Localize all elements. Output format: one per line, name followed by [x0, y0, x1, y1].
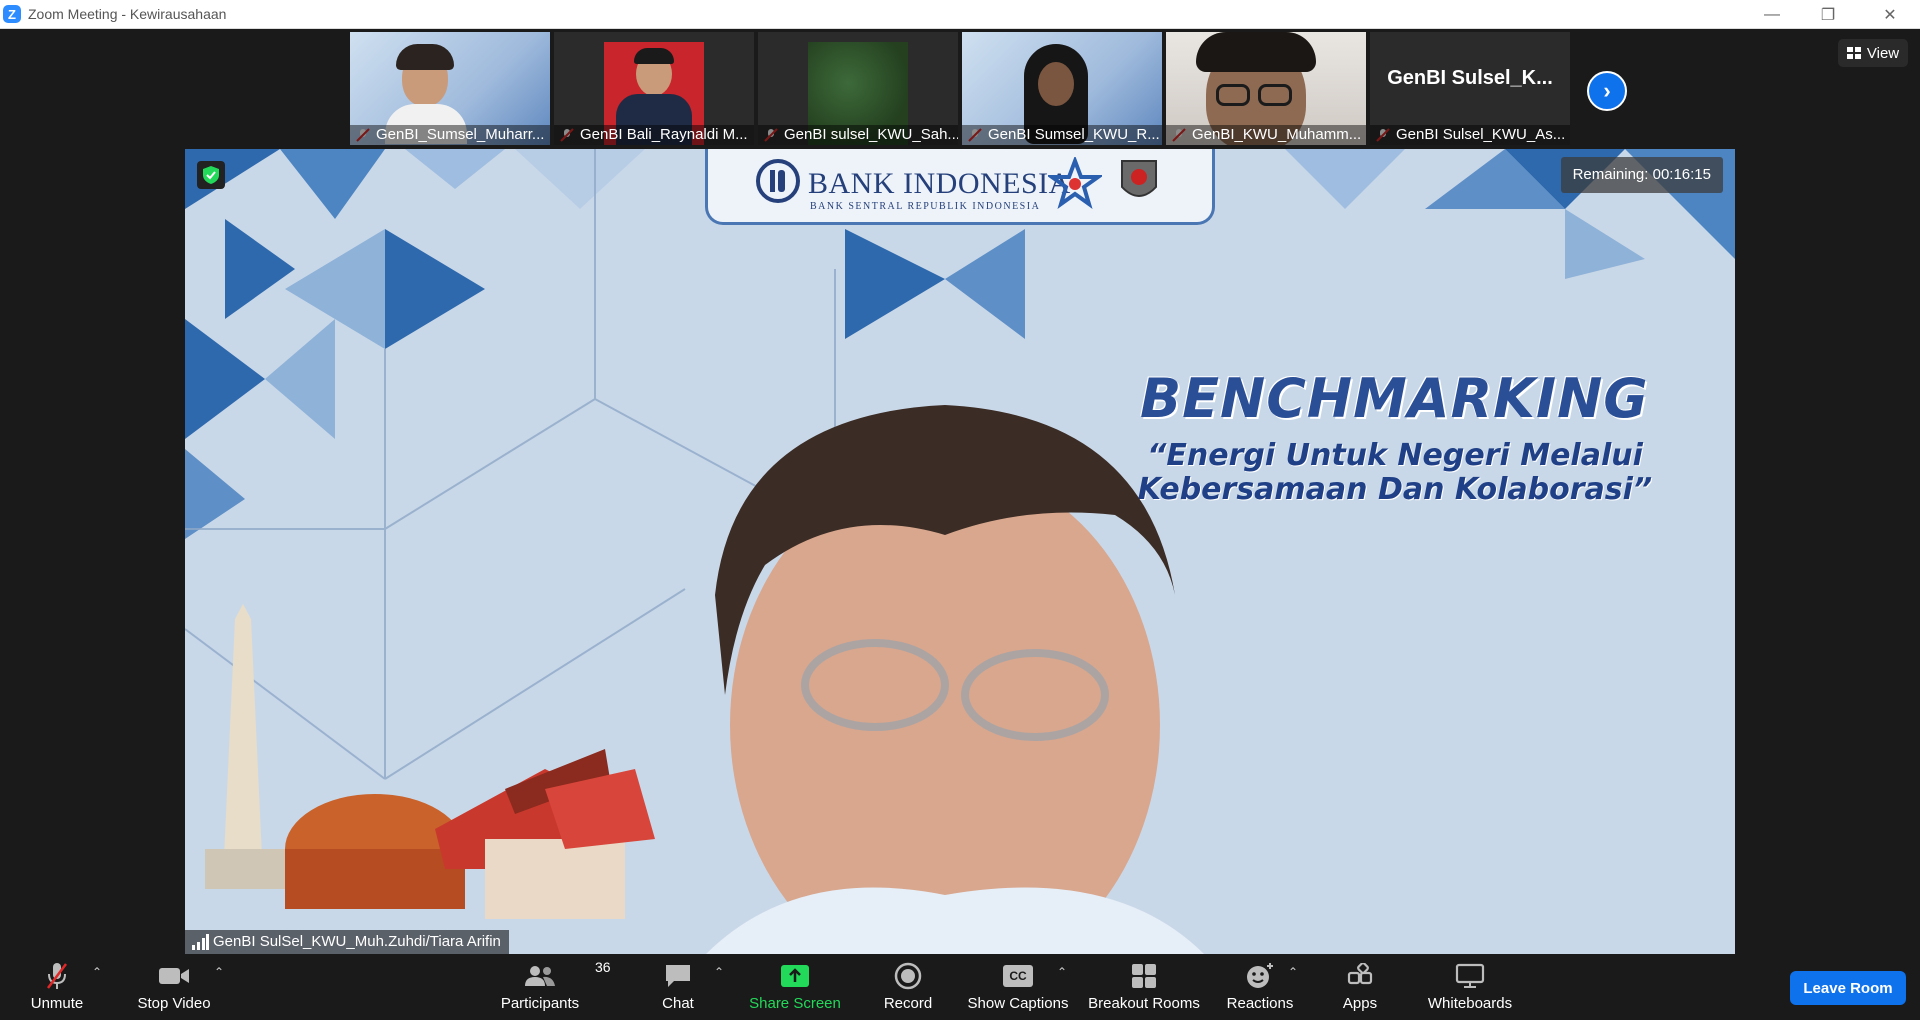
view-label: View	[1866, 44, 1900, 62]
record-button[interactable]: Record	[873, 955, 943, 1020]
participant-tile[interactable]: GenBI_Sumsel_Muharr...	[350, 32, 550, 145]
video-options-caret-icon[interactable]: ⌃	[214, 965, 224, 979]
chat-label: Chat	[662, 995, 694, 1012]
share-screen-button[interactable]: Share Screen	[745, 955, 845, 1020]
video-camera-icon	[159, 968, 189, 984]
share-screen-label: Share Screen	[749, 995, 841, 1012]
reactions-smiley-icon	[1247, 963, 1273, 988]
participant-tile[interactable]: GenBI sulsel_KWU_Sah...	[758, 32, 958, 145]
whiteboard-icon	[1455, 963, 1485, 988]
reactions-options-caret-icon[interactable]: ⌃	[1288, 965, 1298, 979]
chevron-right-icon: ›	[1603, 78, 1611, 103]
remaining-time: Remaining: 00:16:15	[1560, 157, 1723, 193]
record-label: Record	[883, 995, 933, 1012]
audio-options-caret-icon[interactable]: ⌃	[92, 965, 102, 979]
participant-name: GenBI sulsel_KWU_Sah...	[758, 125, 958, 145]
share-screen-icon	[781, 965, 809, 987]
speaker-name: GenBI SulSel_KWU_Muh.Zuhdi/Tiara Arifin	[213, 933, 501, 950]
chat-bubble-icon	[666, 965, 690, 987]
close-button[interactable]: ✕	[1862, 0, 1918, 29]
meeting-toolbar: Unmute ⌃ Stop Video ⌃ 36 Participants Ch…	[0, 955, 1920, 1020]
unmute-label: Unmute	[30, 995, 84, 1012]
bank-name: BANK INDONESIA	[808, 167, 1071, 200]
captions-options-caret-icon[interactable]: ⌃	[1057, 965, 1067, 979]
bank-indonesia-logo-icon	[756, 159, 800, 203]
apps-icon	[1347, 963, 1373, 985]
whiteboards-label: Whiteboards	[1427, 995, 1513, 1012]
breakout-rooms-label: Breakout Rooms	[1088, 995, 1200, 1012]
participant-name: GenBI Sulsel_KWU_As...	[1370, 125, 1570, 145]
title-bar: Z Zoom Meeting - Kewirausahaan — ❐ ✕	[0, 0, 1920, 29]
participants-label: Participants	[500, 995, 580, 1012]
show-captions-label: Show Captions	[967, 995, 1069, 1012]
minimize-button[interactable]: —	[1744, 0, 1800, 29]
participant-display-name: GenBI Sulsel_K...	[1387, 67, 1553, 89]
leave-room-button[interactable]: Leave Room	[1790, 971, 1906, 1005]
participant-tile[interactable]: GenBI Bali_Raynaldi M...	[554, 32, 754, 145]
participant-tile[interactable]: GenBI Sulsel_K... GenBI Sulsel_KWU_As...	[1370, 32, 1570, 145]
bank-subtitle: BANK SENTRAL REPUBLIK INDONESIA	[810, 201, 1041, 212]
show-captions-button[interactable]: CC Show Captions	[965, 955, 1071, 1020]
breakout-rooms-button[interactable]: Breakout Rooms	[1086, 955, 1202, 1020]
participant-name: GenBI_Sumsel_Muharr...	[350, 125, 550, 145]
chat-options-caret-icon[interactable]: ⌃	[714, 965, 724, 979]
participants-button[interactable]: 36 Participants	[490, 955, 611, 1020]
apps-button[interactable]: Apps	[1330, 955, 1390, 1020]
main-speaker-video[interactable]: BANK INDONESIA BANK SENTRAL REPUBLIK IND…	[185, 149, 1735, 954]
record-icon	[894, 962, 922, 990]
grid-view-icon	[1846, 47, 1861, 59]
regional-emblem-icon	[1121, 160, 1157, 197]
stop-video-button[interactable]: Stop Video	[130, 955, 218, 1020]
speaker-person	[706, 405, 1204, 954]
speaker-name-label: GenBI SulSel_KWU_Muh.Zuhdi/Tiara Arifin	[185, 930, 509, 954]
reactions-button[interactable]: Reactions	[1222, 955, 1298, 1020]
breakout-rooms-icon	[1132, 964, 1156, 988]
view-button[interactable]: View	[1838, 39, 1908, 67]
stop-video-label: Stop Video	[137, 995, 211, 1012]
signal-strength-icon	[192, 934, 209, 950]
apps-label: Apps	[1342, 995, 1378, 1012]
reactions-label: Reactions	[1226, 995, 1294, 1012]
next-page-button[interactable]: ›	[1587, 71, 1627, 111]
participant-tile[interactable]: GenBI Sumsel_KWU_R...	[962, 32, 1162, 145]
participant-tile[interactable]: GenBI_KWU_Muhamm...	[1166, 32, 1366, 145]
chat-button[interactable]: Chat	[648, 955, 708, 1020]
zoom-logo-icon: Z	[3, 5, 21, 23]
whiteboards-button[interactable]: Whiteboards	[1420, 955, 1520, 1020]
gallery-strip: GenBI_Sumsel_Muharr... GenBI Bali_Raynal…	[0, 29, 1920, 148]
participant-name: GenBI Bali_Raynaldi M...	[554, 125, 754, 145]
genbi-star-logo-icon	[1048, 157, 1102, 209]
closed-captions-icon: CC	[1003, 965, 1033, 987]
encryption-shield-icon[interactable]	[197, 161, 225, 189]
mic-muted-icon	[47, 963, 67, 989]
participant-name: GenBI Sumsel_KWU_R...	[962, 125, 1162, 145]
restore-button[interactable]: ❐	[1800, 0, 1856, 29]
participants-icon	[525, 966, 555, 986]
slide-header-banner: BANK INDONESIA BANK SENTRAL REPUBLIK IND…	[705, 149, 1215, 225]
participants-count: 36	[595, 959, 611, 975]
unmute-button[interactable]: Unmute	[18, 955, 96, 1020]
participant-name: GenBI_KWU_Muhamm...	[1166, 125, 1366, 145]
window-title: Zoom Meeting - Kewirausahaan	[28, 6, 227, 22]
